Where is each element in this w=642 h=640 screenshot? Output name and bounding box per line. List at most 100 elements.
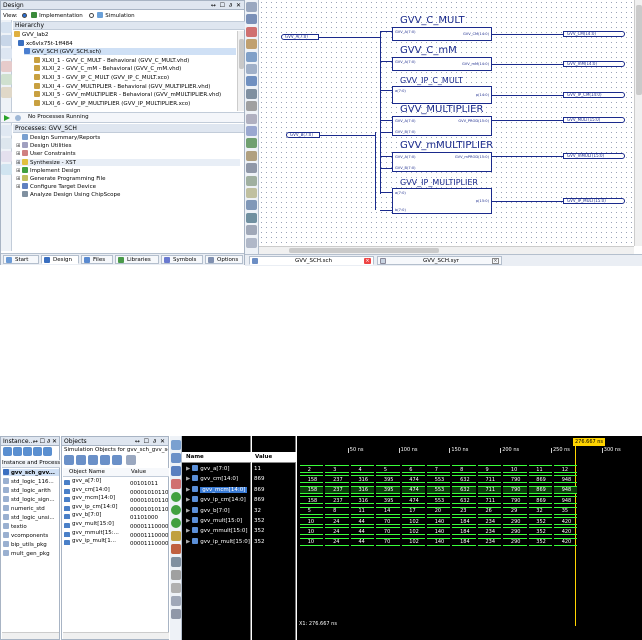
process-item[interactable]: ⊞ Implement Design	[16, 166, 240, 174]
object-row[interactable]: gvv_a[7:0] 00101011	[64, 478, 168, 485]
instance-item[interactable]: bip_utils_pkg	[3, 541, 59, 548]
schematic-tool-icon[interactable]	[246, 88, 257, 99]
remove-icon[interactable]	[1, 61, 12, 72]
wave-segment[interactable]	[401, 465, 425, 473]
wave-segment[interactable]	[325, 465, 349, 473]
schematic-tool-icon[interactable]	[246, 237, 257, 248]
wave-tool-icon[interactable]	[171, 596, 181, 606]
schematic-tool-icon[interactable]	[246, 14, 257, 25]
tab-design[interactable]: Design	[41, 255, 79, 264]
wave-segment[interactable]	[376, 465, 400, 473]
object-row[interactable]: gvv_b[7:0] 01101000	[64, 512, 168, 520]
object-row[interactable]: gvv_ip_cm[14:0] 000010101100	[64, 504, 168, 511]
hierarchy-item[interactable]: XLXI_3 - GVV_IP_C_MULT (GVV_IP_C_MULT.xc…	[34, 74, 236, 81]
wave-segment[interactable]	[300, 506, 324, 515]
object-row[interactable]: gvv_mmult[15:... 000011100000	[64, 530, 168, 537]
wave-segment[interactable]	[350, 465, 375, 473]
hierarchy-item[interactable]: XLXI_5 - GVV_mMULTIPLIER - Behavioral (G…	[34, 91, 236, 98]
signal-name-row[interactable]: ▶ gvv_mult[15:0]	[182, 517, 251, 526]
close-tab-icon[interactable]: ×	[492, 258, 499, 264]
wave-segment[interactable]	[452, 465, 476, 473]
objects-hscroll[interactable]	[63, 632, 169, 639]
wave-tool-icon[interactable]	[171, 479, 181, 489]
wave-segment[interactable]	[427, 465, 451, 473]
schematic-tool-icon[interactable]	[246, 225, 257, 236]
signal-name-row[interactable]: ▶ gvv_ip_mult[15:0]	[182, 537, 251, 547]
schematic-tool-icon[interactable]	[246, 188, 257, 198]
instance-item[interactable]: mult_gen_pkg	[3, 550, 59, 557]
instance-item[interactable]: std_logic_unsi...	[3, 514, 59, 521]
find-icon[interactable]	[126, 455, 136, 465]
process-item[interactable]: ⊞ Configure Target Device	[16, 183, 240, 190]
signal-name-row[interactable]: ▶ gvv_b[7:0]	[182, 506, 251, 516]
schematic-tool-icon[interactable]	[246, 101, 257, 112]
objects-tool-icon[interactable]	[64, 455, 74, 465]
objects-tool-icon[interactable]	[112, 455, 122, 465]
instance-item[interactable]: numeric_std	[3, 505, 59, 512]
expand-arrow-icon[interactable]: ▶	[186, 497, 190, 503]
schematic-tool-icon[interactable]	[246, 163, 257, 174]
instance-tool-icon[interactable]	[43, 447, 52, 456]
schematic-canvas[interactable]: GVV_C_MULT GVV_A(7:0) GVV_CM(14:0) GVV_CM(1…	[259, 0, 642, 246]
expand-arrow-icon[interactable]: ▶	[186, 539, 190, 545]
expand-arrow-icon[interactable]: ▶	[186, 528, 190, 534]
schematic-tool-icon[interactable]	[246, 113, 257, 124]
schematic-tool-icon[interactable]	[246, 51, 257, 62]
wave-tool-icon[interactable]	[171, 531, 181, 541]
wave-segment[interactable]	[325, 506, 349, 515]
object-row[interactable]: gvv_mcm[14:0] 000010101100	[64, 495, 168, 503]
objects-tool-icon[interactable]	[88, 455, 98, 465]
properties-icon[interactable]	[1, 87, 12, 98]
schematic-tool-icon[interactable]	[246, 212, 257, 223]
object-row[interactable]: gvv_ip_mult[1... 000011100000	[64, 538, 168, 546]
signal-name-row[interactable]: ▶ gvv_cm[14:0]	[182, 475, 251, 484]
view-source-icon[interactable]	[1, 48, 12, 59]
process-report-icon[interactable]	[1, 151, 12, 162]
instance-item[interactable]: std_logic_116...	[3, 478, 59, 485]
schematic-hscroll-thumb[interactable]	[289, 248, 439, 253]
expand-arrow-icon[interactable]: ▶	[186, 487, 190, 493]
close-tab-icon[interactable]: ×	[364, 258, 371, 264]
process-item[interactable]: ⊞ User Constraints	[16, 150, 240, 157]
instance-tool-icon[interactable]	[13, 447, 22, 456]
tab-symbols[interactable]: Symbols	[161, 255, 203, 264]
wave-tool-icon[interactable]	[171, 570, 181, 580]
schematic-tool-icon[interactable]	[246, 175, 257, 186]
wave-tool-icon[interactable]	[171, 544, 181, 554]
wave-tool-icon[interactable]	[171, 453, 181, 463]
schematic-tool-icon[interactable]	[246, 76, 257, 87]
wave-tool-icon[interactable]	[171, 505, 181, 515]
instance-item[interactable]: gvv_sch_gvv...	[3, 469, 59, 476]
tab-gvv-sch-syr[interactable]: GVV_SCH.syr ×	[377, 256, 502, 265]
schematic-block[interactable]: GVV_A(7:0) GVV_B(7:0) GVV_mPROD(15:0)	[392, 152, 492, 172]
scroll-thumb[interactable]	[239, 39, 244, 69]
process-item[interactable]: ⊞ Design Utilities	[16, 142, 240, 149]
instance-item[interactable]: textio	[3, 523, 59, 530]
hierarchy-scrollbar[interactable]	[237, 31, 244, 111]
wave-tool-icon[interactable]	[171, 609, 181, 619]
hierarchy-item[interactable]: XLXI_1 - GVV_C_MULT - Behavioral (GVV_C_…	[34, 56, 236, 64]
process-item[interactable]: ⊞ Synthesize - XST	[16, 158, 240, 166]
add-copy-source-icon[interactable]	[1, 35, 12, 46]
hierarchy-item[interactable]: XLXI_6 - GVV_IP_MULTIPLIER (GVV_IP_MULTI…	[34, 99, 236, 107]
hierarchy-item[interactable]: GVV_SCH (GVV_SCH.sch)	[24, 48, 236, 56]
schematic-block[interactable]: GVV_A(7:0) GVV_B(7:0) GVV_PROD(15:0)	[392, 116, 492, 136]
schematic-tool-icon[interactable]	[246, 39, 257, 50]
schematic-block[interactable]: GVV_A(7:0) GVV_CM(14:0)	[392, 27, 492, 41]
run-icon[interactable]	[4, 115, 10, 121]
object-row[interactable]: gvv_cm[14:0] 000010101100	[64, 487, 168, 494]
hierarchy-item[interactable]: XLXI_4 - GVV_MULTIPLIER - Behavioral (GV…	[34, 82, 236, 90]
wave-tool-icon[interactable]	[171, 440, 181, 450]
instance-item[interactable]: std_logic_sign...	[3, 496, 59, 503]
instance-tool-icon[interactable]	[3, 447, 12, 456]
hierarchy-item[interactable]: GVV_lab2	[14, 31, 236, 38]
expand-arrow-icon[interactable]: ▶	[186, 466, 190, 472]
cursor-line[interactable]	[575, 446, 576, 626]
tab-start[interactable]: Start	[3, 255, 39, 264]
tab-libraries[interactable]: Libraries	[115, 255, 159, 264]
waveform-area[interactable]: 276.667 ns X1: 276.667 ns 50 ns 100 ns 150…	[297, 436, 642, 640]
schematic-block[interactable]: GVV_A(7:0) GVV_mM(14:0)	[392, 57, 492, 71]
wave-tool-icon[interactable]	[171, 583, 181, 593]
schematic-tool-icon[interactable]	[246, 26, 257, 37]
process-item[interactable]: Design Summary/Reports	[16, 134, 240, 141]
